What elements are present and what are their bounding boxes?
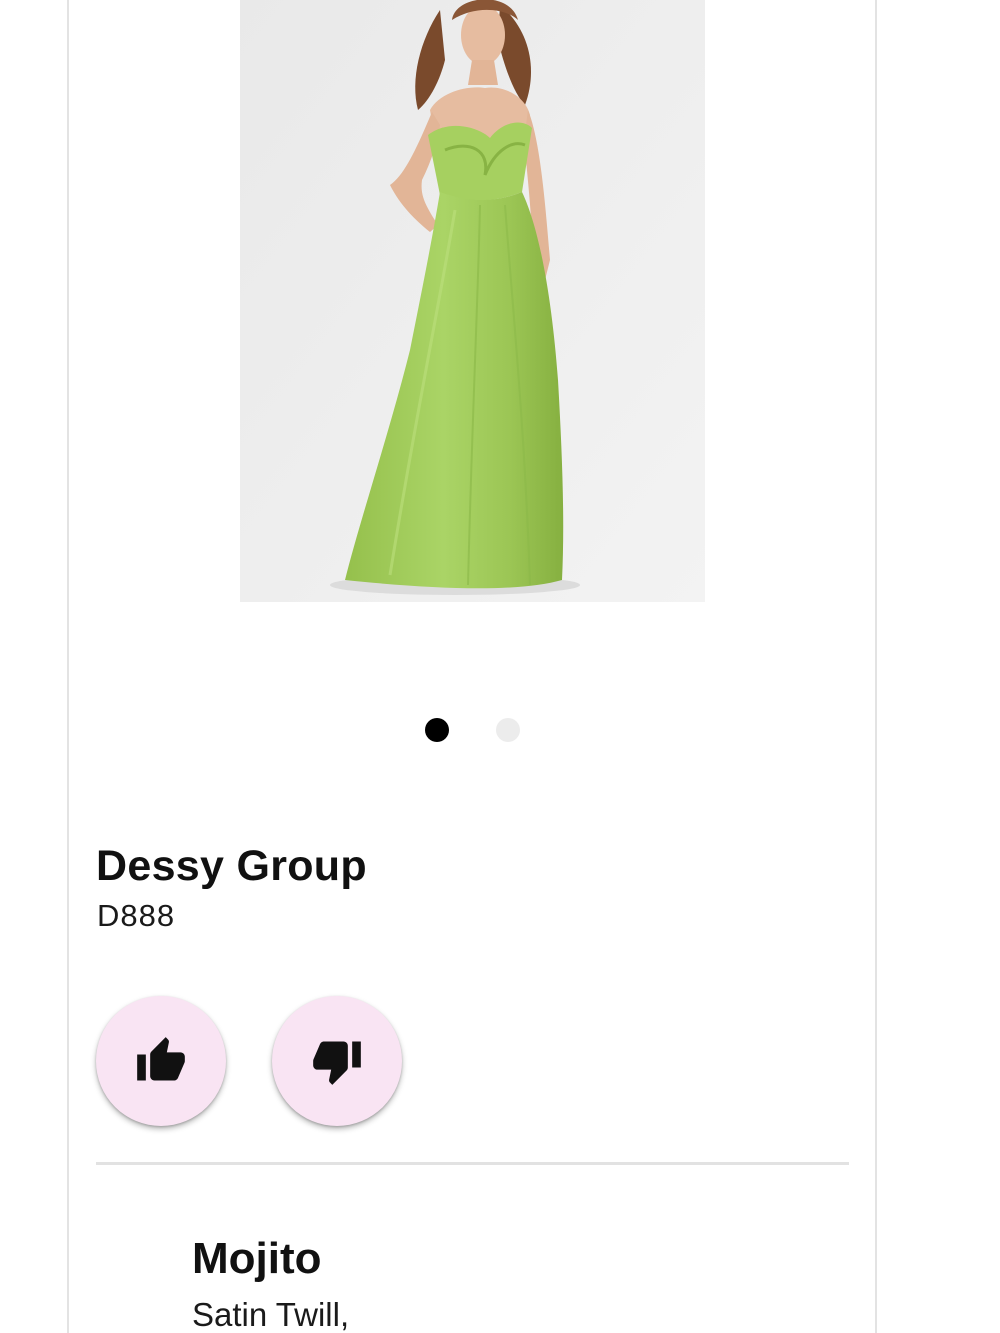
carousel-dot-2[interactable]	[496, 718, 520, 742]
color-name: Mojito	[192, 1234, 322, 1283]
carousel-dots	[425, 718, 520, 742]
thumb-down-icon	[313, 1041, 361, 1085]
thumb-up-icon	[137, 1037, 185, 1081]
brand-name: Dessy Group	[96, 842, 367, 890]
fabric-name: Satin Twill,	[192, 1296, 350, 1333]
product-image[interactable]	[240, 0, 705, 602]
dislike-button[interactable]	[272, 996, 402, 1126]
style-number: D888	[97, 898, 176, 933]
section-divider	[96, 1162, 849, 1165]
carousel-dot-1[interactable]	[425, 718, 449, 742]
product-page: Dessy Group D888 Mojito Satin Twill,	[0, 0, 1000, 1333]
dress-photo	[240, 0, 705, 602]
like-button[interactable]	[96, 996, 226, 1126]
